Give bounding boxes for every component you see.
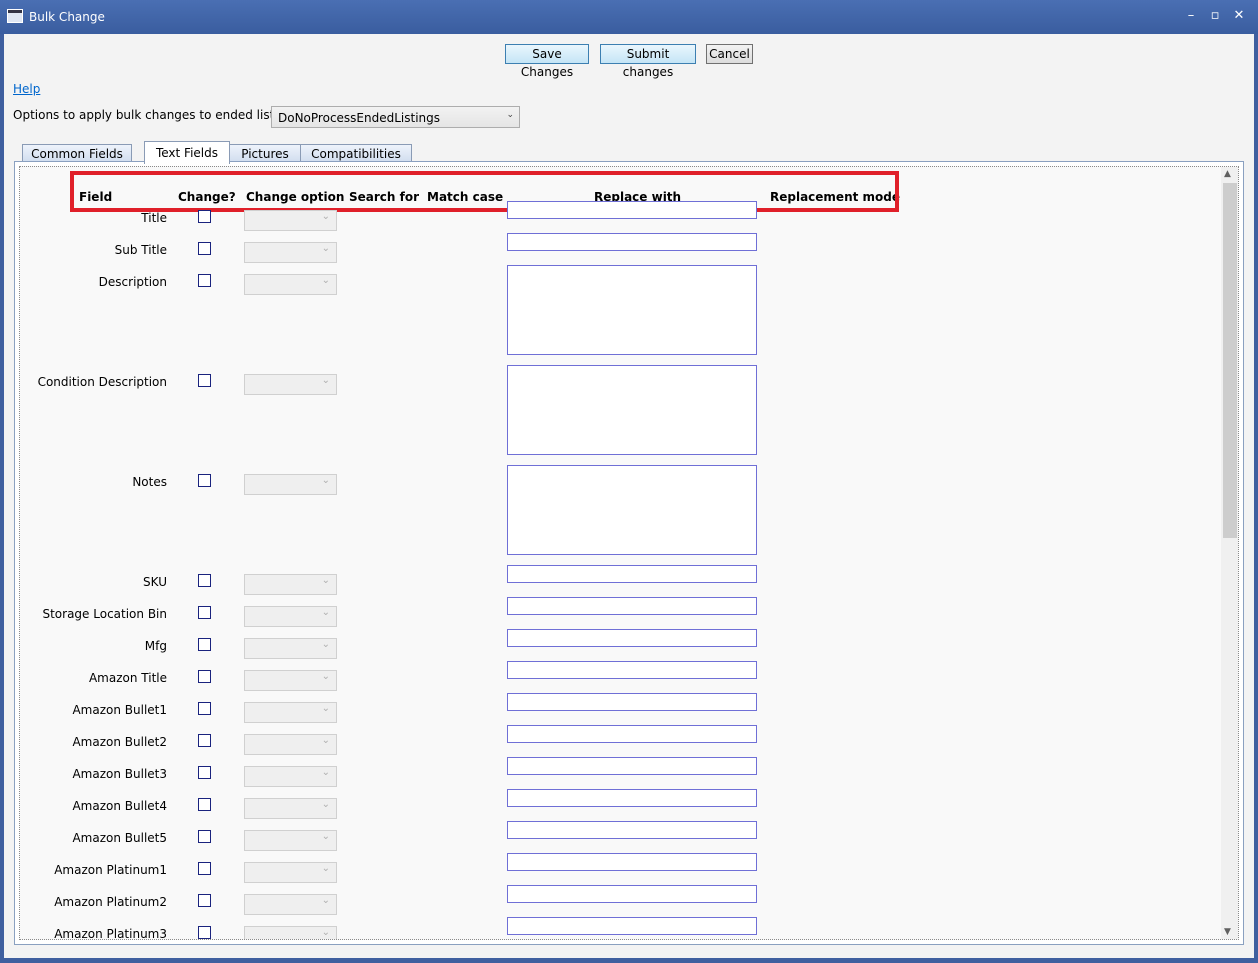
ended-listings-label: Options to apply bulk changes to ended l… <box>13 108 304 122</box>
change-checkbox[interactable] <box>198 830 211 843</box>
title-bar: Bulk Change – ▫ ✕ <box>0 0 1258 34</box>
replace-with-input[interactable] <box>507 885 757 903</box>
replace-with-input[interactable] <box>507 201 757 219</box>
dialog-body: Save Changes Submit changes Cancel Help … <box>4 34 1254 958</box>
field-label: SKU <box>143 575 167 589</box>
replace-with-input[interactable] <box>507 789 757 807</box>
field-label: Notes <box>132 475 167 489</box>
field-label: Description <box>98 275 167 289</box>
change-checkbox[interactable] <box>198 862 211 875</box>
fields-grid: Field Change? Change option Search for M… <box>19 166 1239 940</box>
field-label: Amazon Platinum3 <box>54 927 167 940</box>
field-label: Amazon Bullet3 <box>72 767 167 781</box>
window-title: Bulk Change <box>29 10 105 24</box>
close-icon[interactable]: ✕ <box>1228 6 1250 26</box>
scroll-up-icon[interactable]: ▲ <box>1224 169 1231 179</box>
field-label: Title <box>141 211 167 225</box>
replace-with-input[interactable] <box>507 853 757 871</box>
change-checkbox[interactable] <box>198 926 211 939</box>
cancel-button[interactable]: Cancel <box>706 44 753 64</box>
window-icon <box>7 9 23 23</box>
change-option-dropdown[interactable] <box>244 638 337 659</box>
field-label: Condition Description <box>37 375 167 389</box>
save-changes-button[interactable]: Save Changes <box>505 44 589 79</box>
change-option-dropdown[interactable] <box>244 926 337 939</box>
field-label: Amazon Platinum2 <box>54 895 167 909</box>
change-option-dropdown[interactable] <box>244 670 337 691</box>
change-option-dropdown[interactable] <box>244 702 337 723</box>
change-checkbox[interactable] <box>198 894 211 907</box>
change-option-dropdown[interactable] <box>244 574 337 595</box>
replace-with-input[interactable] <box>507 757 757 775</box>
submit-changes-button[interactable]: Submit changes <box>600 44 696 79</box>
change-option-dropdown[interactable] <box>244 830 337 851</box>
tab-text-fields[interactable]: Text Fields <box>144 141 230 164</box>
change-option-dropdown[interactable] <box>244 374 337 395</box>
change-option-dropdown[interactable] <box>244 274 337 295</box>
change-option-dropdown[interactable] <box>244 474 337 495</box>
field-label: Amazon Bullet5 <box>72 831 167 845</box>
replace-with-input[interactable] <box>507 821 757 839</box>
help-link[interactable]: Help <box>13 82 40 96</box>
change-checkbox[interactable] <box>198 474 211 487</box>
change-checkbox[interactable] <box>198 274 211 287</box>
replace-with-input[interactable] <box>507 365 757 455</box>
change-option-dropdown[interactable] <box>244 606 337 627</box>
change-checkbox[interactable] <box>198 242 211 255</box>
replace-with-input[interactable] <box>507 661 757 679</box>
change-checkbox[interactable] <box>198 798 211 811</box>
field-label: Sub Title <box>114 243 167 257</box>
field-label: Amazon Platinum1 <box>54 863 167 877</box>
replace-with-input[interactable] <box>507 917 757 935</box>
field-label: Mfg <box>144 639 167 653</box>
scroll-thumb[interactable] <box>1223 183 1237 538</box>
field-label: Amazon Bullet2 <box>72 735 167 749</box>
change-option-dropdown[interactable] <box>244 210 337 231</box>
minimize-icon[interactable]: – <box>1180 6 1202 26</box>
change-checkbox[interactable] <box>198 702 211 715</box>
chevron-down-icon: ⌄ <box>506 110 514 120</box>
field-label: Amazon Bullet1 <box>72 703 167 717</box>
change-checkbox[interactable] <box>198 574 211 587</box>
replace-with-input[interactable] <box>507 725 757 743</box>
change-checkbox[interactable] <box>198 374 211 387</box>
change-option-dropdown[interactable] <box>244 798 337 819</box>
change-checkbox[interactable] <box>198 606 211 619</box>
change-option-dropdown[interactable] <box>244 734 337 755</box>
text-fields-panel: Field Change? Change option Search for M… <box>14 161 1244 945</box>
change-checkbox[interactable] <box>198 210 211 223</box>
replace-with-input[interactable] <box>507 565 757 583</box>
vertical-scrollbar[interactable]: ▲ ▼ <box>1221 167 1238 939</box>
replace-with-input[interactable] <box>507 597 757 615</box>
change-option-dropdown[interactable] <box>244 862 337 883</box>
change-checkbox[interactable] <box>198 766 211 779</box>
scroll-down-icon[interactable]: ▼ <box>1224 927 1231 937</box>
replace-with-input[interactable] <box>507 629 757 647</box>
replace-with-input[interactable] <box>507 465 757 555</box>
replace-with-input[interactable] <box>507 233 757 251</box>
field-label: Amazon Bullet4 <box>72 799 167 813</box>
header-highlight-box <box>70 171 899 212</box>
ended-listings-dropdown[interactable]: DoNoProcessEndedListings ⌄ <box>271 106 520 128</box>
replace-with-input[interactable] <box>507 693 757 711</box>
change-option-dropdown[interactable] <box>244 766 337 787</box>
ended-listings-value: DoNoProcessEndedListings <box>278 111 441 125</box>
change-checkbox[interactable] <box>198 638 211 651</box>
field-label: Amazon Title <box>88 671 167 685</box>
change-option-dropdown[interactable] <box>244 242 337 263</box>
change-option-dropdown[interactable] <box>244 894 337 915</box>
change-checkbox[interactable] <box>198 670 211 683</box>
field-label: Storage Location Bin <box>42 607 167 621</box>
change-checkbox[interactable] <box>198 734 211 747</box>
replace-with-input[interactable] <box>507 265 757 355</box>
maximize-icon[interactable]: ▫ <box>1204 6 1226 26</box>
